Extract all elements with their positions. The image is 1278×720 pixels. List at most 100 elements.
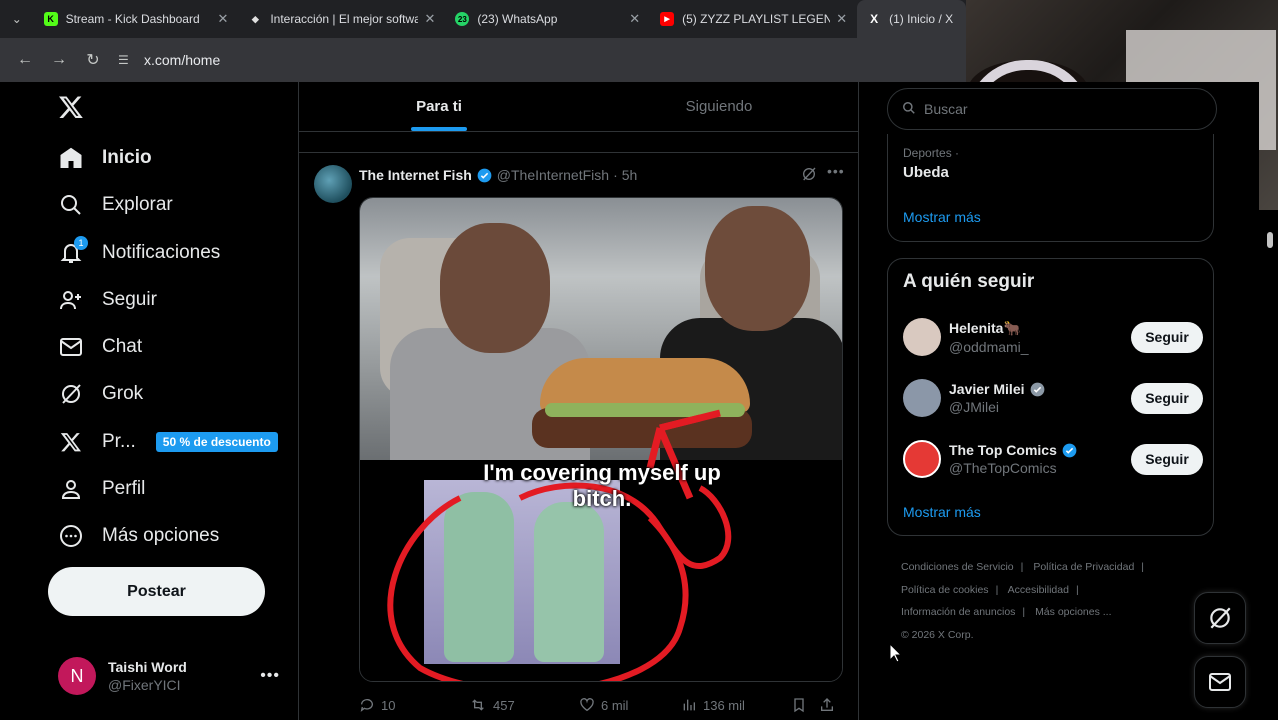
more-horizontal-icon[interactable]: •••	[827, 163, 845, 179]
tweet-author-avatar[interactable]	[314, 165, 352, 203]
tweet-media[interactable]: I'm covering myself up bitch.	[359, 197, 843, 682]
like-button[interactable]: 6 mil	[579, 697, 681, 713]
follow-suggestion[interactable]: The Top Comics @TheTopComics Seguir	[903, 437, 1203, 481]
comic-figure	[534, 502, 604, 662]
grok-float-button[interactable]	[1194, 592, 1246, 644]
account-info: Taishi Word @FixerYICI	[108, 659, 260, 693]
x-icon	[58, 429, 84, 455]
site-settings-icon[interactable]: ☰	[118, 53, 144, 67]
search-icon	[902, 101, 916, 118]
tab-title: Stream - Kick Dashboard	[65, 12, 200, 26]
follow-button[interactable]: Seguir	[1131, 382, 1203, 414]
mouse-cursor-icon	[889, 643, 903, 663]
browser-tab-kick[interactable]: K Stream - Kick Dashboard ✕	[34, 0, 239, 38]
share-button[interactable]	[819, 697, 841, 713]
follow-button[interactable]: Seguir	[1131, 321, 1203, 353]
person-right-head	[705, 206, 810, 331]
mail-icon	[58, 334, 84, 360]
reload-icon[interactable]: ↻	[76, 44, 110, 76]
avatar: N	[58, 657, 96, 695]
tab-title: Interacción | El mejor software	[270, 12, 419, 26]
sidebar-item-inicio[interactable]: Inicio	[58, 138, 152, 178]
footer-link[interactable]: Política de Privacidad	[1033, 561, 1134, 573]
footer-link[interactable]: Accesibilidad	[1008, 584, 1069, 596]
active-tab-indicator	[411, 127, 467, 131]
more-horizontal-icon[interactable]: •••	[260, 667, 280, 685]
close-tab-icon[interactable]: ✕	[629, 11, 640, 27]
scrollbar-thumb[interactable]	[1267, 232, 1273, 248]
account-handle: @FixerYICI	[108, 677, 181, 693]
whatsapp-favicon-icon: 23	[455, 12, 470, 26]
sidebar-item-mas-opciones[interactable]: Más opciones	[58, 516, 219, 556]
browser-tab-whatsapp[interactable]: 23 (23) WhatsApp ✕	[445, 0, 650, 38]
browser-tab-x[interactable]: X (1) Inicio / X	[857, 0, 967, 38]
views-button[interactable]: 136 mil	[681, 697, 791, 713]
tab-para-ti[interactable]: Para ti	[299, 82, 579, 131]
retweet-icon	[472, 699, 484, 711]
sidebar-item-label: Perfil	[102, 478, 146, 499]
burger-lettuce	[545, 403, 745, 417]
retweet-button[interactable]: 457	[469, 697, 579, 713]
tab-search-chevron-icon[interactable]: ⌄	[0, 0, 34, 38]
feed-tabs: Para ti Siguiendo	[299, 82, 858, 132]
follow-suggestion[interactable]: Helenita🐂 @oddmami_ Seguir	[903, 315, 1203, 359]
video-caption: I'm covering myself up bitch.	[360, 460, 842, 512]
search-icon	[58, 192, 84, 218]
tweet-timestamp[interactable]: 5h	[622, 167, 638, 183]
footer-link[interactable]: Política de cookies	[901, 584, 989, 596]
account-name: Taishi Word	[108, 659, 187, 675]
reply-button[interactable]: 10	[359, 697, 469, 713]
sidebar-item-perfil[interactable]: Perfil	[58, 469, 145, 509]
messages-float-button[interactable]	[1194, 656, 1246, 708]
suggestion-info: The Top Comics @TheTopComics	[949, 442, 1131, 476]
footer-links: Condiciones de Servicio | Política de Pri…	[901, 561, 1145, 641]
tab-siguiendo[interactable]: Siguiendo	[579, 82, 858, 131]
sidebar-item-notificaciones[interactable]: 1 Notificaciones	[58, 233, 220, 273]
footer-link[interactable]: Información de anuncios	[901, 606, 1015, 618]
tab-label: Para ti	[416, 98, 462, 115]
close-tab-icon[interactable]: ✕	[836, 11, 847, 27]
browser-tab-youtube[interactable]: ▶ (5) ZYZZ PLAYLIST LEGEND 2 ✕	[650, 0, 857, 38]
bell-icon: 1	[58, 236, 88, 266]
tweet[interactable]: The Internet Fish @TheInternetFish · 5h …	[299, 152, 858, 720]
sidebar-item-explorar[interactable]: Explorar	[58, 185, 173, 225]
sidebar-item-grok[interactable]: Grok	[58, 374, 143, 414]
browser-tab-interaccion[interactable]: ◆ Interacción | El mejor software ✕	[238, 0, 445, 38]
bookmark-button[interactable]	[791, 697, 819, 713]
follow-suggestion[interactable]: Javier Milei @JMilei Seguir	[903, 376, 1203, 420]
post-button[interactable]: Postear	[48, 567, 265, 616]
footer-link[interactable]: Más opciones ...	[1035, 606, 1111, 618]
sidebar-item-seguir[interactable]: Seguir	[58, 280, 157, 320]
search-input[interactable]: Buscar	[887, 88, 1217, 130]
sidebar-item-premium[interactable]: Pr... 50 % de descuento	[58, 422, 278, 462]
verified-badge-icon	[1062, 443, 1077, 457]
footer-link[interactable]: Condiciones de Servicio	[901, 561, 1014, 573]
comic-figure	[444, 492, 514, 662]
show-more-link[interactable]: Mostrar más	[903, 504, 981, 520]
caption-line: bitch.	[572, 486, 632, 511]
view-count: 136 mil	[703, 697, 745, 713]
close-tab-icon[interactable]: ✕	[217, 11, 228, 27]
url-field[interactable]: ☰ x.com/home	[118, 43, 966, 77]
grok-explain-icon[interactable]	[801, 166, 817, 182]
suggestion-info: Javier Milei @JMilei	[949, 381, 1131, 415]
follow-button[interactable]: Seguir	[1131, 443, 1203, 475]
close-tab-icon[interactable]: ✕	[424, 11, 435, 27]
sidebar-item-chat[interactable]: Chat	[58, 327, 142, 367]
account-switcher[interactable]: N Taishi Word @FixerYICI •••	[58, 656, 280, 696]
forward-arrow-icon[interactable]: →	[42, 44, 76, 76]
more-circle-icon	[58, 523, 84, 549]
page-scrollbar[interactable]	[1262, 210, 1278, 720]
separator-dot: ·	[613, 167, 618, 183]
x-logo-icon[interactable]	[58, 94, 84, 120]
back-arrow-icon[interactable]: ←	[8, 44, 42, 76]
tweet-author-handle[interactable]: @TheInternetFish	[497, 167, 609, 183]
trend-name[interactable]: Ubeda	[903, 164, 949, 181]
tweet-author-name[interactable]: The Internet Fish	[359, 167, 472, 183]
avatar	[903, 379, 941, 417]
grok-icon	[1210, 607, 1231, 629]
tweet-actions: 10 457 6 mil 136 mil	[359, 695, 843, 715]
person-icon	[58, 476, 84, 502]
sidebar-item-label: Seguir	[102, 289, 157, 310]
show-more-link[interactable]: Mostrar más	[903, 209, 981, 225]
